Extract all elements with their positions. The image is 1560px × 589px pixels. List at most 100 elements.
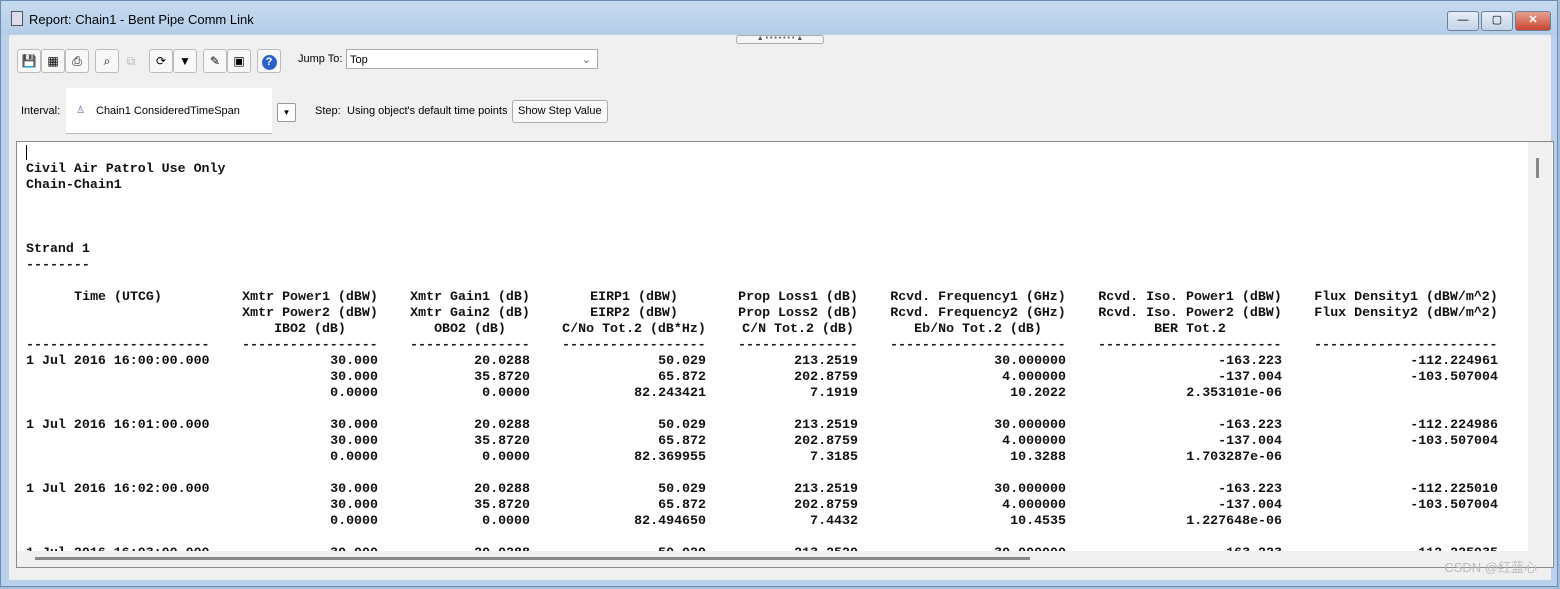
row-time: 1 Jul 2016 16:02:00.000 — [26, 481, 210, 496]
table-cell: 202.8759 — [794, 433, 858, 448]
column-rule: ----------------- — [242, 337, 378, 352]
table-cell: -163.223 — [1218, 481, 1282, 496]
vertical-scroll-thumb[interactable] — [1536, 158, 1539, 178]
interval-label: Interval: — [21, 105, 61, 117]
window-title: Report: Chain1 - Bent Pipe Comm Link — [29, 12, 254, 27]
report-text-area[interactable]: Civil Air Patrol Use Only Chain-Chain1 S… — [16, 141, 1554, 568]
column-header: Xmtr Power2 (dBW) — [242, 305, 378, 320]
export-excel-button[interactable]: ▦ — [41, 49, 65, 73]
interval-dropdown-button[interactable]: ▼ — [277, 103, 296, 122]
jump-to-value: Top — [350, 54, 368, 66]
table-cell: 30.000 — [330, 353, 378, 368]
chevron-down-icon: ⌄ — [581, 54, 591, 66]
column-header: BER Tot.2 — [1154, 321, 1226, 336]
save-style-icon: ▣ — [233, 54, 245, 68]
column-rule: ----------------------- — [26, 337, 210, 352]
column-header: Xmtr Power1 (dBW) — [242, 289, 378, 304]
table-cell: 4.000000 — [1002, 369, 1066, 384]
table-cell: 35.8720 — [474, 497, 530, 512]
maximize-button[interactable]: ▢ — [1481, 11, 1513, 31]
minimize-button[interactable]: — — [1447, 11, 1479, 31]
report-header-line-1: Civil Air Patrol Use Only — [26, 161, 226, 176]
print-button[interactable]: ⎙ — [65, 49, 89, 73]
table-cell: 65.872 — [658, 497, 706, 512]
table-cell: 0.0000 — [482, 513, 530, 528]
table-cell: 50.029 — [658, 481, 706, 496]
column-rule: --------------- — [738, 337, 858, 352]
column-header: EIRP2 (dBW) — [590, 305, 678, 320]
table-cell: 1.703287e-06 — [1186, 449, 1282, 464]
close-button[interactable]: ✕ — [1515, 11, 1551, 31]
table-cell: 30.000000 — [994, 417, 1066, 432]
column-header: Prop Loss2 (dB) — [738, 305, 858, 320]
copy-button[interactable]: ⧉ — [119, 49, 143, 73]
edit-style-button[interactable]: ✎ — [203, 49, 227, 73]
refresh-button[interactable]: ⟳ — [149, 49, 173, 73]
table-cell: 30.000 — [330, 481, 378, 496]
table-cell: 30.000 — [330, 433, 378, 448]
column-header: C/No Tot.2 (dB*Hz) — [562, 321, 706, 336]
show-step-value-button[interactable]: Show Step Value — [512, 100, 608, 123]
column-rule: ------------------ — [562, 337, 706, 352]
table-cell: -112.224961 — [1410, 353, 1498, 368]
vertical-scrollbar[interactable] — [1528, 142, 1552, 567]
column-header: Flux Density1 (dBW/m^2) — [1314, 289, 1498, 304]
report-icon — [11, 11, 23, 26]
horizontal-scrollbar[interactable] — [17, 551, 1528, 567]
horizontal-scroll-thumb[interactable] — [35, 557, 1030, 560]
step-value: Using object's default time points — [347, 105, 508, 117]
save-icon: 💾 — [21, 54, 37, 68]
table-cell: 30.000 — [330, 417, 378, 432]
export-excel-icon: ▦ — [47, 54, 59, 68]
collapse-grip[interactable]: ▲ • • • • • • • ▲ — [736, 35, 824, 44]
interval-field[interactable]: ♙ Chain1 ConsideredTimeSpan — [66, 88, 272, 134]
save-button[interactable]: 💾 — [17, 49, 41, 73]
table-cell: 4.000000 — [1002, 497, 1066, 512]
save-style-button[interactable]: ▣ — [227, 49, 251, 73]
find-button[interactable]: ⌕ — [95, 49, 119, 73]
step-label: Step: — [315, 105, 341, 117]
title-bar: Report: Chain1 - Bent Pipe Comm Link — ▢… — [1, 1, 1557, 35]
jump-to-select[interactable]: Top ⌄ — [346, 49, 598, 69]
column-header: Xmtr Gain2 (dB) — [410, 305, 530, 320]
help-button[interactable]: ? — [257, 49, 281, 73]
table-cell: -163.223 — [1218, 353, 1282, 368]
column-header: Rcvd. Iso. Power1 (dBW) — [1098, 289, 1282, 304]
report-options-button[interactable]: ▼ — [173, 49, 197, 73]
table-cell: 30.000000 — [994, 353, 1066, 368]
table-cell: 20.0288 — [474, 417, 530, 432]
watermark: CSDN @红蓝心 — [1444, 560, 1537, 575]
table-cell: 82.369955 — [634, 449, 706, 464]
table-cell: -103.507004 — [1410, 497, 1498, 512]
report-options-icon: ▼ — [179, 54, 191, 68]
table-cell: 65.872 — [658, 433, 706, 448]
copy-icon: ⧉ — [126, 54, 136, 68]
table-cell: -112.224986 — [1410, 417, 1498, 432]
table-cell: 7.4432 — [810, 513, 858, 528]
column-rule: ----------------------- — [1098, 337, 1282, 352]
table-cell: 50.029 — [658, 417, 706, 432]
table-cell: 35.8720 — [474, 433, 530, 448]
table-cell: -112.225010 — [1410, 481, 1498, 496]
strand-title: Strand 1 — [26, 241, 90, 256]
table-cell: 82.494650 — [634, 513, 706, 528]
table-cell: 50.029 — [658, 353, 706, 368]
find-icon: ⌕ — [103, 54, 111, 68]
client-area: ▲ • • • • • • • ▲ 💾 ▦ ⎙ ⌕ ⧉ ⟳ ▼ ✎ ▣? Jump To: To… — [9, 35, 1554, 580]
column-rule: ---------------------- — [890, 337, 1066, 352]
column-rule: ----------------------- — [1314, 337, 1498, 352]
table-cell: 213.2519 — [794, 353, 858, 368]
table-cell: 1.227648e-06 — [1186, 513, 1282, 528]
table-cell: 30.000 — [330, 369, 378, 384]
table-cell: -137.004 — [1218, 369, 1282, 384]
table-cell: 10.4535 — [1010, 513, 1066, 528]
table-cell: -137.004 — [1218, 433, 1282, 448]
refresh-icon: ⟳ — [155, 54, 167, 68]
column-header: Rcvd. Frequency2 (GHz) — [890, 305, 1066, 320]
table-cell: 0.0000 — [330, 449, 378, 464]
table-cell: 82.243421 — [634, 385, 706, 400]
report-window: Report: Chain1 - Bent Pipe Comm Link — ▢… — [0, 0, 1558, 587]
table-cell: 7.3185 — [810, 449, 858, 464]
table-cell: 0.0000 — [330, 513, 378, 528]
column-header: Time (UTCG) — [74, 289, 162, 304]
